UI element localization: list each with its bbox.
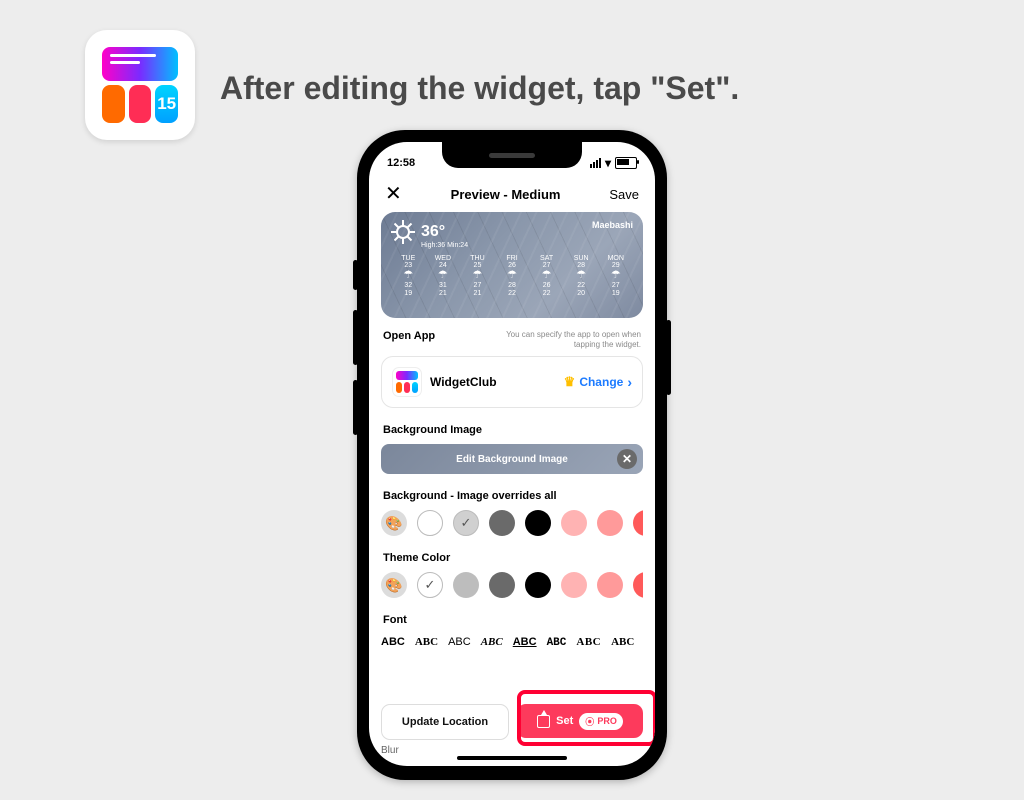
font-sample[interactable]: ABC — [513, 636, 537, 648]
background-image-label: Background Image — [383, 424, 641, 436]
forecast-day: FRI26☂2822 — [495, 255, 530, 297]
open-app-name: WidgetClub — [430, 375, 556, 389]
theme-color-swatches: 🎨 — [381, 572, 643, 598]
background-color-swatches: 🎨 — [381, 510, 643, 536]
instruction-headline: After editing the widget, tap "Set". — [220, 70, 739, 107]
medal-icon: ⦿ — [585, 715, 594, 728]
battery-icon — [615, 157, 637, 169]
background-swatch[interactable] — [489, 510, 515, 536]
background-swatch[interactable] — [417, 510, 443, 536]
sun-icon — [391, 220, 415, 244]
font-label: Font — [383, 614, 641, 626]
share-icon — [537, 715, 550, 728]
forecast-day: THU25☂2721 — [460, 255, 495, 297]
font-sample[interactable]: ABC — [381, 636, 405, 648]
background-color-label: Background - Image overrides all — [383, 490, 641, 502]
app-icon-badge: 15 — [155, 85, 178, 123]
set-button[interactable]: Set ⦿ PRO — [517, 704, 643, 738]
font-samples: ABC ABC ABC ABC ABC ABC ABC ABC — [381, 636, 643, 649]
widget-temp: 36° — [421, 223, 445, 241]
theme-color-label: Theme Color — [383, 552, 641, 564]
font-sample[interactable]: ABC — [547, 637, 567, 649]
home-indicator[interactable] — [457, 756, 567, 760]
theme-swatch[interactable] — [561, 572, 587, 598]
update-location-button[interactable]: Update Location — [381, 704, 509, 740]
edit-background-image-button[interactable]: Edit Background Image ✕ — [381, 444, 643, 474]
save-button[interactable]: Save — [609, 187, 639, 202]
theme-swatch[interactable] — [489, 572, 515, 598]
page-title: Preview - Medium — [451, 187, 561, 202]
phone-notch — [442, 142, 582, 168]
theme-swatch[interactable] — [453, 572, 479, 598]
font-sample[interactable]: ABC — [415, 636, 438, 648]
close-icon[interactable]: ✕ — [385, 184, 402, 204]
widgetclub-mini-icon — [392, 367, 422, 397]
font-sample[interactable]: ABC — [576, 636, 601, 648]
forecast-day: TUE23☂3219 — [391, 255, 426, 297]
font-sample[interactable]: ABC — [611, 636, 634, 648]
font-sample[interactable]: ABC — [481, 636, 503, 648]
forecast-day: WED24☂3121 — [426, 255, 461, 297]
background-swatch[interactable] — [453, 510, 479, 536]
blur-label: Blur — [381, 745, 399, 756]
widget-preview[interactable]: Maebashi 36° — [381, 212, 643, 318]
phone-frame: 12:58 ▾ ✕ Preview - Medium Save Maebashi — [357, 130, 667, 780]
widgetclub-app-icon: 15 — [85, 30, 195, 140]
theme-swatch[interactable]: 🎨 — [381, 572, 407, 598]
open-app-card[interactable]: WidgetClub ♛ Change › — [381, 356, 643, 408]
theme-swatch[interactable] — [417, 572, 443, 598]
forecast-day: SAT27☂2622 — [529, 255, 564, 297]
clear-background-icon[interactable]: ✕ — [617, 449, 637, 469]
signal-icon — [590, 158, 601, 168]
font-sample[interactable]: ABC — [448, 636, 471, 648]
theme-swatch[interactable] — [633, 572, 643, 598]
status-time: 12:58 — [387, 157, 415, 169]
background-swatch[interactable] — [633, 510, 643, 536]
background-swatch[interactable] — [525, 510, 551, 536]
open-app-label: Open App — [383, 330, 435, 342]
pro-badge: ⦿ PRO — [579, 713, 623, 730]
widget-hilo: High:36 Min:24 — [421, 242, 633, 249]
background-swatch[interactable] — [561, 510, 587, 536]
forecast-day: MON29☂2719 — [598, 255, 633, 297]
theme-swatch[interactable] — [597, 572, 623, 598]
forecast-day: SUN28☂2220 — [564, 255, 599, 297]
chevron-right-icon: › — [627, 374, 632, 390]
background-swatch[interactable]: 🎨 — [381, 510, 407, 536]
crown-icon: ♛ — [564, 374, 576, 390]
theme-swatch[interactable] — [525, 572, 551, 598]
change-app-button[interactable]: ♛ Change › — [564, 374, 632, 390]
background-swatch[interactable] — [597, 510, 623, 536]
wifi-icon: ▾ — [605, 156, 611, 170]
open-app-hint: You can specify the app to open when tap… — [491, 330, 641, 350]
